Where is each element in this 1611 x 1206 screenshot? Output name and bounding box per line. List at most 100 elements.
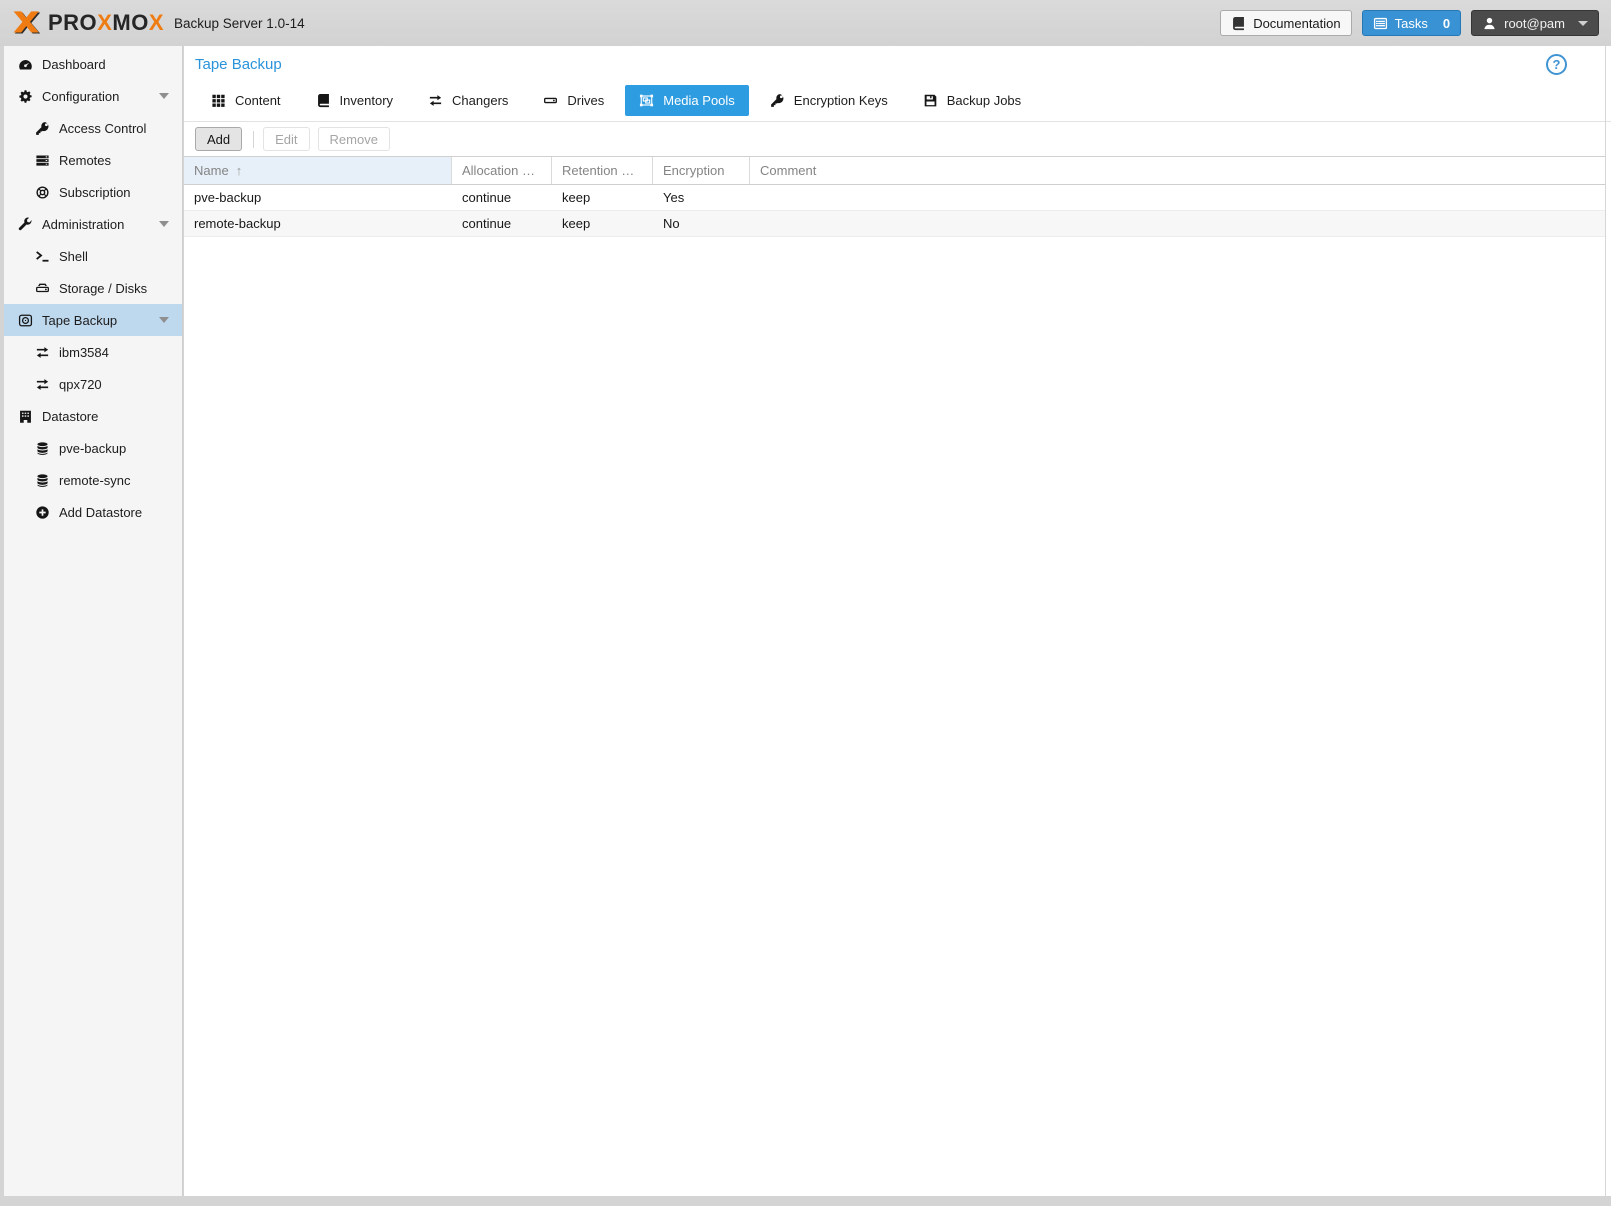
sidebar-item-shell[interactable]: Shell [4,240,182,272]
exchange-icon [33,345,51,360]
media-pools-table: Name ↑ Allocation … Retention … Encrypti… [184,156,1605,237]
tab-media-pools[interactable]: Media Pools [625,85,749,116]
remove-button[interactable]: Remove [318,127,390,151]
toolbar-separator [253,131,254,148]
tab-label: Encryption Keys [794,93,888,108]
table-row-remote-backup[interactable]: remote-backup continue keep No [184,211,1605,237]
panel-right-border [1605,46,1606,1196]
app-window: PROXMOX Backup Server 1.0-14 Documentati… [0,0,1611,1206]
tab-drives[interactable]: Drives [529,85,618,116]
sidebar-item-access-control[interactable]: Access Control [4,112,182,144]
cell-comment [750,185,1605,210]
cell-name: pve-backup [184,185,452,210]
sidebar-item-remotes[interactable]: Remotes [4,144,182,176]
proxmox-logo[interactable]: PROXMOX [12,9,164,37]
sidebar-item-configuration[interactable]: Configuration [4,80,182,112]
sidebar-item-label: Dashboard [42,57,106,72]
tab-label: Drives [567,93,604,108]
wrench-icon [16,217,34,232]
sidebar-item-label: Access Control [59,121,146,136]
tab-label: Backup Jobs [947,93,1021,108]
tab-bar: Content Inventory Changers Drives Media … [184,84,1611,122]
tab-encryption-keys[interactable]: Encryption Keys [756,85,902,116]
sidebar-item-label: Storage / Disks [59,281,147,296]
building-icon [16,409,34,424]
sidebar-item-storage-disks[interactable]: Storage / Disks [4,272,182,304]
column-label: Name [194,163,229,178]
column-header-name[interactable]: Name ↑ [184,157,452,184]
floppy-icon [923,93,938,108]
cell-allocation: continue [452,211,552,236]
cell-allocation: continue [452,185,552,210]
chevron-down-icon [1578,21,1588,26]
cell-retention: keep [552,185,653,210]
collapse-caret-icon[interactable] [159,317,169,323]
collapse-caret-icon[interactable] [159,93,169,99]
book-icon [316,93,331,108]
sidebar-item-datastore[interactable]: Datastore [4,400,182,432]
sidebar-item-add-datastore[interactable]: Add Datastore [4,496,182,528]
sidebar-nav: Dashboard Configuration Access Control R… [4,46,183,1196]
cell-encryption: Yes [653,185,750,210]
exchange-icon [428,93,443,108]
tab-changers[interactable]: Changers [414,85,522,116]
server-icon [33,153,51,168]
sidebar-item-subscription[interactable]: Subscription [4,176,182,208]
panel-header: Tape Backup ? [184,46,1611,84]
column-header-encryption[interactable]: Encryption [653,157,750,184]
help-icon[interactable]: ? [1546,54,1567,75]
exchange-icon [33,377,51,392]
cell-comment [750,211,1605,236]
tasks-list-icon [1373,16,1388,31]
life-ring-icon [33,185,51,200]
sidebar-item-remote-sync[interactable]: remote-sync [4,464,182,496]
sidebar-item-label: Configuration [42,89,119,104]
sidebar-item-label: pve-backup [59,441,126,456]
hdd-icon [33,281,51,296]
sidebar-item-ibm3584[interactable]: ibm3584 [4,336,182,368]
tab-content[interactable]: Content [197,85,295,116]
tasks-button[interactable]: Tasks 0 [1362,10,1461,36]
user-label: root@pam [1504,16,1565,31]
cell-encryption: No [653,211,750,236]
column-header-retention[interactable]: Retention … [552,157,653,184]
tasks-count-badge: 0 [1443,16,1450,31]
tape-icon [16,313,34,328]
user-icon [1482,16,1497,31]
sidebar-item-label: ibm3584 [59,345,109,360]
sidebar-item-dashboard[interactable]: Dashboard [4,48,182,80]
table-row-pve-backup[interactable]: pve-backup continue keep Yes [184,185,1605,211]
edit-button[interactable]: Edit [263,127,309,151]
tab-label: Media Pools [663,93,735,108]
page-title: Tape Backup [195,56,1611,73]
book-icon [1231,16,1246,31]
sidebar-item-administration[interactable]: Administration [4,208,182,240]
cell-retention: keep [552,211,653,236]
sidebar-item-label: remote-sync [59,473,131,488]
add-button[interactable]: Add [195,127,242,151]
plus-circle-icon [33,505,51,520]
hdd-icon [543,93,558,108]
sidebar-item-label: Remotes [59,153,111,168]
cell-name: remote-backup [184,211,452,236]
table-header-row: Name ↑ Allocation … Retention … Encrypti… [184,157,1605,185]
sidebar-item-tape-backup[interactable]: Tape Backup [4,304,182,336]
tasks-label: Tasks [1395,16,1428,31]
user-menu-button[interactable]: root@pam [1471,10,1599,36]
tab-inventory[interactable]: Inventory [302,85,407,116]
tab-label: Inventory [340,93,393,108]
product-title: Backup Server 1.0-14 [174,16,305,31]
object-group-icon [639,93,654,108]
collapse-caret-icon[interactable] [159,221,169,227]
documentation-button[interactable]: Documentation [1220,10,1351,36]
sidebar-item-label: Subscription [59,185,131,200]
sidebar-item-label: Datastore [42,409,98,424]
sidebar-item-qpx720[interactable]: qpx720 [4,368,182,400]
column-header-allocation[interactable]: Allocation … [452,157,552,184]
gear-icon [16,89,34,104]
column-header-comment[interactable]: Comment [750,157,1605,184]
proxmox-x-icon [12,9,42,37]
sidebar-item-pve-backup[interactable]: pve-backup [4,432,182,464]
sort-ascending-icon: ↑ [236,163,243,178]
tab-backup-jobs[interactable]: Backup Jobs [909,85,1035,116]
